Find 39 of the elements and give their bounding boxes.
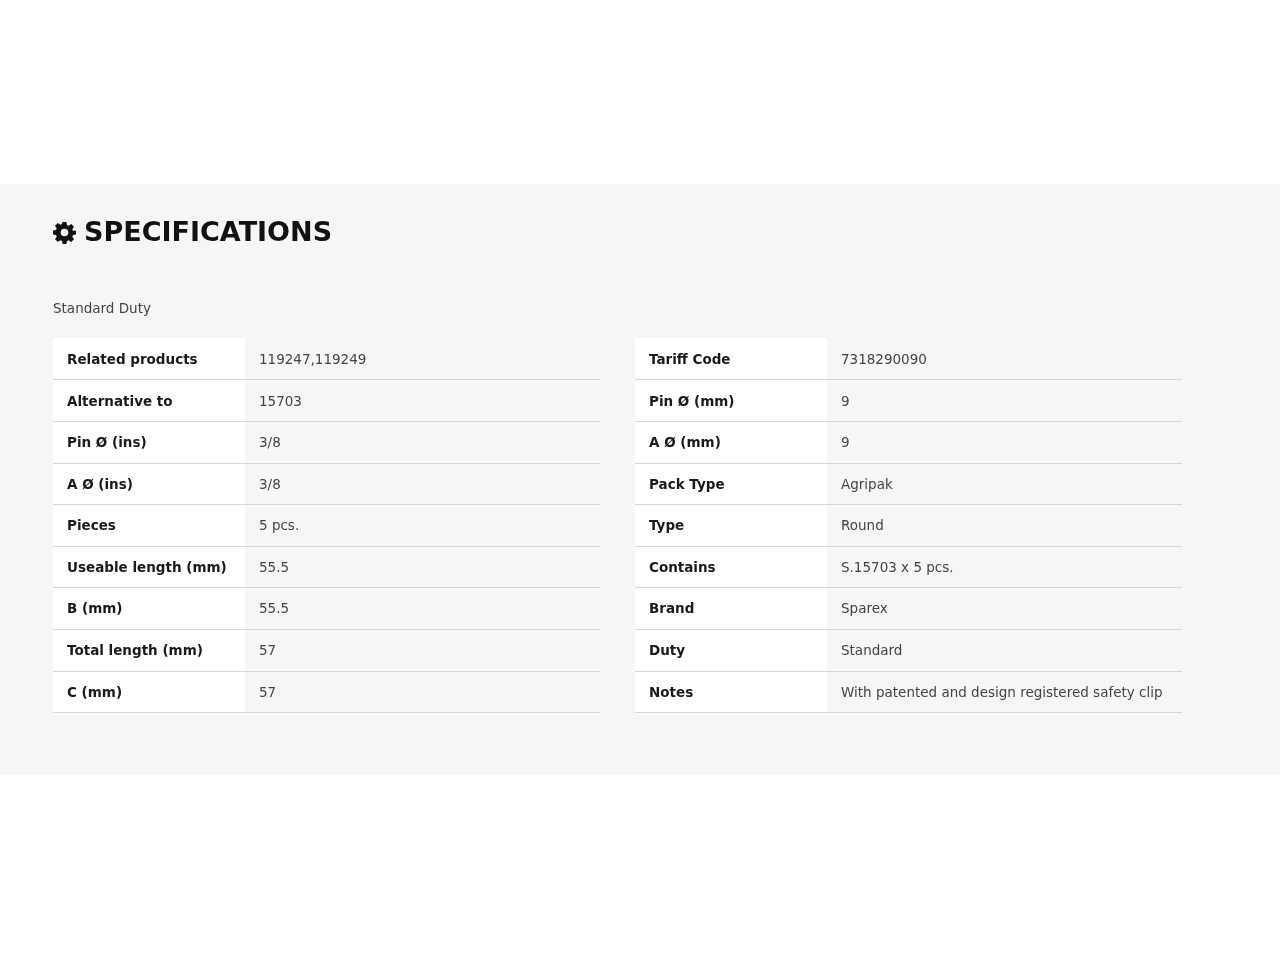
spec-label: Related products — [53, 338, 245, 380]
spec-value: 5 pcs. — [245, 504, 600, 547]
spec-value: 9 — [827, 421, 1182, 464]
spec-value: 9 — [827, 379, 1182, 422]
spec-value: 57 — [245, 629, 600, 671]
spec-value: S.15703 x 5 pcs. — [827, 546, 1182, 588]
spec-label: Pack Type — [635, 463, 827, 505]
spec-label: Pin Ø (mm) — [635, 379, 827, 422]
spec-label: Alternative to — [53, 379, 245, 422]
spec-label: Brand — [635, 587, 827, 630]
spec-label: Pieces — [53, 504, 245, 547]
spec-value: 15703 — [245, 379, 600, 422]
spec-label: Tariff Code — [635, 338, 827, 380]
spec-value: 3/8 — [245, 421, 600, 464]
spec-value: Agripak — [827, 463, 1182, 505]
spec-value: 55.5 — [245, 587, 600, 630]
spec-value: 3/8 — [245, 463, 600, 505]
section-title: SPECIFICATIONS — [84, 215, 333, 249]
spec-label: C (mm) — [53, 671, 245, 713]
spec-value: Standard — [827, 629, 1182, 671]
spec-label: Useable length (mm) — [53, 546, 245, 588]
spec-value: With patented and design registered safety clip — [827, 671, 1182, 713]
spec-label: Duty — [635, 629, 827, 671]
gear-icon — [53, 220, 76, 244]
spec-label: A Ø (mm) — [635, 421, 827, 464]
spec-value: Round — [827, 504, 1182, 547]
spec-label: Type — [635, 504, 827, 547]
spec-value: 55.5 — [245, 546, 600, 588]
spec-value: Sparex — [827, 587, 1182, 630]
spec-label: Notes — [635, 671, 827, 713]
spec-value: 119247,119249 — [245, 338, 600, 380]
spec-value: 57 — [245, 671, 600, 713]
spec-label: B (mm) — [53, 587, 245, 630]
spec-label: A Ø (ins) — [53, 463, 245, 505]
spec-label: Total length (mm) — [53, 629, 245, 671]
spec-label: Contains — [635, 546, 827, 588]
spec-label: Pin Ø (ins) — [53, 421, 245, 464]
spec-value: 7318290090 — [827, 338, 1182, 380]
section-subtitle: Standard Duty — [53, 299, 152, 318]
